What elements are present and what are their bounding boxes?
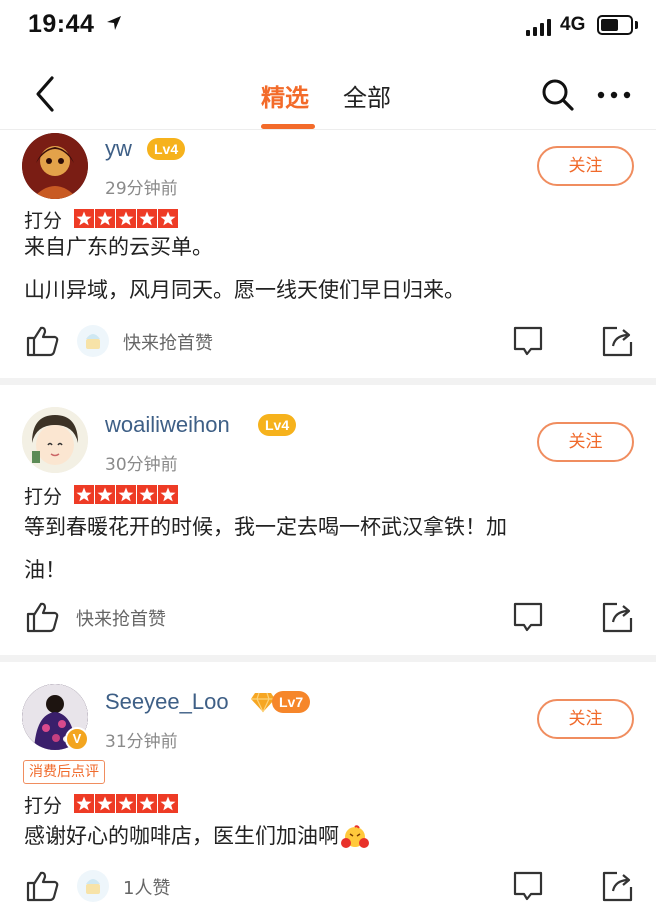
section-divider xyxy=(0,655,656,662)
more-icon[interactable] xyxy=(596,90,632,100)
avatar[interactable] xyxy=(22,133,88,199)
back-arrow-icon[interactable] xyxy=(30,74,60,114)
cell-signal-icon xyxy=(526,18,552,36)
star-icon xyxy=(74,485,94,504)
post-time: 29分钟前 xyxy=(105,179,178,199)
comment-icon[interactable] xyxy=(512,325,544,357)
star-rating xyxy=(74,485,178,504)
verified-badge: V xyxy=(65,727,89,751)
star-icon xyxy=(116,485,136,504)
status-bar: 19:44 4G xyxy=(0,0,656,56)
review-text: 来自广东的云买单。 山川异域，风月同天。愿一线天使们早日归来。 xyxy=(24,226,634,312)
section-divider xyxy=(0,378,656,385)
review-text: 感谢好心的咖啡店，医生们加油啊 xyxy=(24,815,634,858)
star-icon xyxy=(116,794,136,813)
follow-button[interactable]: 关注 xyxy=(537,699,634,739)
username[interactable]: yw xyxy=(105,136,132,162)
location-arrow-icon xyxy=(107,16,121,30)
review-text-line: 感谢好心的咖啡店，医生们加油啊 xyxy=(24,824,339,848)
comment-icon[interactable] xyxy=(512,601,544,633)
action-row: 快来抢首赞 xyxy=(0,317,656,367)
nav-bar: 精选 全部 xyxy=(0,56,656,130)
like-count-text[interactable]: 快来抢首赞 xyxy=(123,329,213,355)
status-time: 19:44 xyxy=(28,10,95,38)
avatar[interactable] xyxy=(22,407,88,473)
post-time: 31分钟前 xyxy=(105,732,178,752)
action-row: 快来抢首赞 xyxy=(0,593,656,643)
username[interactable]: Seeyee_Loo xyxy=(105,689,229,715)
review-card: yw Lv4 29分钟前 关注 打分 来自广东的云买单。 山川异域，风月同天。愿… xyxy=(0,130,656,380)
search-icon[interactable] xyxy=(541,78,575,112)
comment-icon[interactable] xyxy=(512,870,544,902)
share-icon[interactable] xyxy=(601,324,635,358)
review-text-line: 来自广东的云买单。 xyxy=(24,235,213,259)
review-card: V Seeyee_Loo Lv7 31分钟前 关注 消费后点评 打分 感谢好心的… xyxy=(0,662,656,921)
like-count-text[interactable]: 1人赞 xyxy=(123,874,170,900)
level-badge: Lv4 xyxy=(147,138,186,160)
username[interactable]: woailiweihon xyxy=(105,412,230,438)
star-icon xyxy=(158,485,178,504)
star-icon xyxy=(74,794,94,813)
share-icon[interactable] xyxy=(601,869,635,903)
rating-label: 打分 xyxy=(24,486,63,508)
tab-all[interactable]: 全部 xyxy=(343,78,391,113)
battery-tip xyxy=(635,21,638,29)
like-count-text[interactable]: 快来抢首赞 xyxy=(76,605,166,631)
battery-icon xyxy=(597,15,633,35)
follow-button[interactable]: 关注 xyxy=(537,146,634,186)
level-badge: Lv7 xyxy=(272,691,311,713)
review-tag: 消费后点评 xyxy=(23,760,105,784)
review-text-line: 油！ xyxy=(24,558,66,582)
network-type: 4G xyxy=(560,14,586,35)
star-icon xyxy=(137,794,157,813)
boxing-emoji-icon xyxy=(341,825,369,848)
level-badge: Lv4 xyxy=(258,414,297,436)
tab-featured[interactable]: 精选 xyxy=(261,78,309,113)
rating-label: 打分 xyxy=(24,795,63,817)
review-text: 等到春暖花开的时候，我一定去喝一杯武汉拿铁！加 油！ xyxy=(24,506,634,592)
review-text-line: 山川异域，风月同天。愿一线天使们早日归来。 xyxy=(24,278,465,302)
liker-avatar[interactable] xyxy=(77,870,109,902)
follow-button[interactable]: 关注 xyxy=(537,422,634,462)
liker-avatar-placeholder xyxy=(77,325,109,357)
share-icon[interactable] xyxy=(601,600,635,634)
post-time: 30分钟前 xyxy=(105,455,178,475)
thumbs-up-icon[interactable] xyxy=(26,870,60,902)
action-row: 1人赞 xyxy=(0,862,656,912)
star-icon xyxy=(158,794,178,813)
review-text-line: 等到春暖花开的时候，我一定去喝一杯武汉拿铁！加 xyxy=(24,515,507,539)
review-card: woailiweihon Lv4 30分钟前 关注 打分 等到春暖花开的时候，我… xyxy=(0,385,656,655)
active-tab-indicator xyxy=(261,124,315,129)
thumbs-up-icon[interactable] xyxy=(26,325,60,357)
star-icon xyxy=(95,485,115,504)
star-rating xyxy=(74,794,178,813)
star-icon xyxy=(137,485,157,504)
thumbs-up-icon[interactable] xyxy=(26,601,60,633)
star-icon xyxy=(95,794,115,813)
